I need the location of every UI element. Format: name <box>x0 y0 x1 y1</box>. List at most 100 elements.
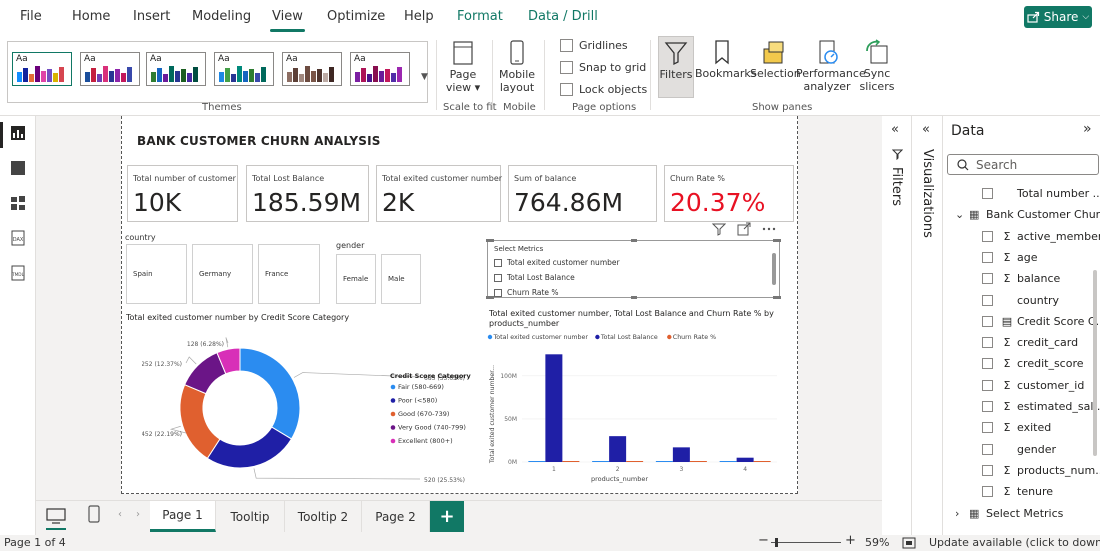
donut-chart[interactable]: 685 (33.63%)520 (25.53%)452 (22.19%)252 … <box>142 326 482 486</box>
checkbox-box[interactable] <box>982 337 993 349</box>
bar[interactable] <box>689 461 707 462</box>
resize-handle[interactable] <box>631 296 637 299</box>
metric-option[interactable]: Total exited customer number <box>494 258 620 267</box>
tab-format[interactable]: Format <box>457 9 503 24</box>
checkbox-box[interactable] <box>560 39 573 52</box>
theme-1[interactable]: Aa <box>12 52 72 86</box>
bar[interactable] <box>626 461 644 462</box>
bar[interactable] <box>562 461 580 462</box>
zoom-slider-thumb[interactable] <box>775 538 778 547</box>
checkbox-box[interactable] <box>982 315 993 327</box>
checkbox-box[interactable] <box>494 258 502 267</box>
share-button[interactable]: Share ⌵ <box>1024 6 1092 28</box>
field-item[interactable]: Σcustomer_id <box>982 379 1084 392</box>
bar[interactable] <box>753 461 771 462</box>
checkbox-box[interactable] <box>982 294 993 306</box>
legend-entry[interactable]: Total exited customer number <box>493 334 589 341</box>
chevron-left-icon[interactable]: « <box>891 122 899 137</box>
update-available-link[interactable]: Update available (click to download) <box>929 536 1100 549</box>
report-view-icon[interactable] <box>10 125 26 141</box>
legend-entry[interactable]: Excellent (800+) <box>398 437 453 445</box>
resize-handle[interactable] <box>773 296 781 299</box>
checkbox-box[interactable] <box>982 379 993 391</box>
field-item[interactable]: ▤ Credit Score C... <box>982 315 1100 328</box>
more-options-icon[interactable] <box>762 226 776 232</box>
bar[interactable] <box>655 461 673 462</box>
resize-handle[interactable] <box>486 296 494 299</box>
slicer-scrollbar[interactable] <box>772 253 776 285</box>
lock-objects-checkbox[interactable]: Lock objects <box>560 83 647 96</box>
slicer-tile-france[interactable]: France <box>258 244 320 304</box>
visualizations-pane-collapsed[interactable]: « Visualizations <box>913 116 943 535</box>
chevron-down-icon[interactable]: ⌄ <box>955 208 965 221</box>
checkbox-box[interactable] <box>982 401 993 412</box>
checkbox-box[interactable] <box>560 83 573 96</box>
checkbox-box[interactable] <box>494 273 502 282</box>
slicer-tile-germany[interactable]: Germany <box>192 244 253 304</box>
checkbox-box[interactable] <box>982 358 993 370</box>
bar[interactable] <box>672 447 690 462</box>
slicer-tile-spain[interactable]: Spain <box>126 244 187 304</box>
field-item[interactable]: Σactive_member <box>982 230 1100 243</box>
focus-mode-icon[interactable] <box>737 222 751 236</box>
model-view-icon[interactable] <box>10 195 26 211</box>
mobile-layout-button[interactable]: Mobile layout <box>498 40 536 94</box>
legend-entry[interactable]: Poor (<580) <box>398 397 437 405</box>
chevron-down-icon[interactable]: ▼ <box>421 72 428 82</box>
theme-5[interactable]: Aa <box>282 52 342 86</box>
slicer-tile-female[interactable]: Female <box>336 254 376 304</box>
snap-to-grid-checkbox[interactable]: Snap to grid <box>560 61 646 74</box>
performance-analyzer-button[interactable]: Performance analyzer <box>796 39 866 93</box>
tab-modeling[interactable]: Modeling <box>192 9 251 24</box>
table-view-icon[interactable] <box>10 160 26 176</box>
field-item[interactable]: Σestimated_sal... <box>982 400 1100 413</box>
fit-to-page-icon[interactable] <box>902 537 916 549</box>
page-view-button[interactable]: Page view ▾ <box>445 40 481 94</box>
mobile-layout-icon[interactable] <box>88 505 100 523</box>
zoom-in-button[interactable]: + <box>845 533 856 548</box>
metric-option[interactable]: Churn Rate % <box>494 288 559 297</box>
kpi-card-sum-balance[interactable]: Sum of balance 764.86M <box>508 165 657 222</box>
checkbox-box[interactable] <box>982 230 993 242</box>
legend-entry[interactable]: Fair (580-669) <box>398 383 444 391</box>
field-item[interactable]: Σcredit_score <box>982 357 1084 370</box>
filter-icon[interactable] <box>712 222 726 236</box>
filters-pane-collapsed[interactable]: « Filters <box>882 116 912 535</box>
page-tab-tooltip[interactable]: Tooltip <box>216 501 285 532</box>
resize-handle[interactable] <box>631 239 637 242</box>
field-item[interactable]: country <box>982 294 1059 307</box>
chevron-right-icon[interactable]: › <box>136 509 140 520</box>
field-item[interactable]: Σtenure <box>982 485 1053 498</box>
checkbox-box[interactable] <box>982 273 993 285</box>
field-item[interactable]: Σexited <box>982 421 1051 434</box>
legend-entry[interactable]: Churn Rate % <box>673 334 716 341</box>
zoom-slider[interactable] <box>771 542 841 543</box>
gridlines-checkbox[interactable]: Gridlines <box>560 39 628 52</box>
field-item[interactable]: ⌄ ▦ Bank Customer Chur... <box>955 208 1100 221</box>
field-item[interactable]: › ▦ Select Metrics <box>955 507 1063 520</box>
sync-slicers-button[interactable]: Sync slicers <box>858 39 896 93</box>
donut-slice[interactable] <box>206 426 293 469</box>
theme-6[interactable]: Aa <box>350 52 410 86</box>
bar[interactable] <box>592 461 610 462</box>
legend-entry[interactable]: Good (670-739) <box>398 410 449 418</box>
bar[interactable] <box>736 457 754 462</box>
tab-file[interactable]: File <box>20 9 42 24</box>
field-item[interactable]: Σage <box>982 251 1038 264</box>
legend-entry[interactable]: Total Lost Balance <box>600 334 658 341</box>
tab-optimize[interactable]: Optimize <box>327 9 385 24</box>
filters-pane-button[interactable]: Filters <box>658 36 694 98</box>
bookmarks-pane-button[interactable]: Bookmarks <box>695 39 756 80</box>
checkbox-box[interactable] <box>982 443 993 455</box>
tmdl-view-icon[interactable]: TMDL <box>10 265 26 281</box>
select-metrics-slicer[interactable]: Select Metrics Total exited customer num… <box>486 239 781 299</box>
chevron-left-icon[interactable]: ‹ <box>118 509 122 520</box>
tab-insert[interactable]: Insert <box>133 9 170 24</box>
checkbox-box[interactable] <box>982 422 993 434</box>
checkbox-box[interactable] <box>982 486 993 498</box>
kpi-card-exited-customers[interactable]: Total exited customer number 2K <box>376 165 502 222</box>
data-search-input[interactable]: Search <box>947 154 1099 175</box>
page-tab-page-2[interactable]: Page 2 <box>362 501 430 532</box>
add-page-button[interactable]: + <box>430 501 464 532</box>
kpi-card-churn-rate[interactable]: Churn Rate % 20.37% <box>664 165 794 222</box>
